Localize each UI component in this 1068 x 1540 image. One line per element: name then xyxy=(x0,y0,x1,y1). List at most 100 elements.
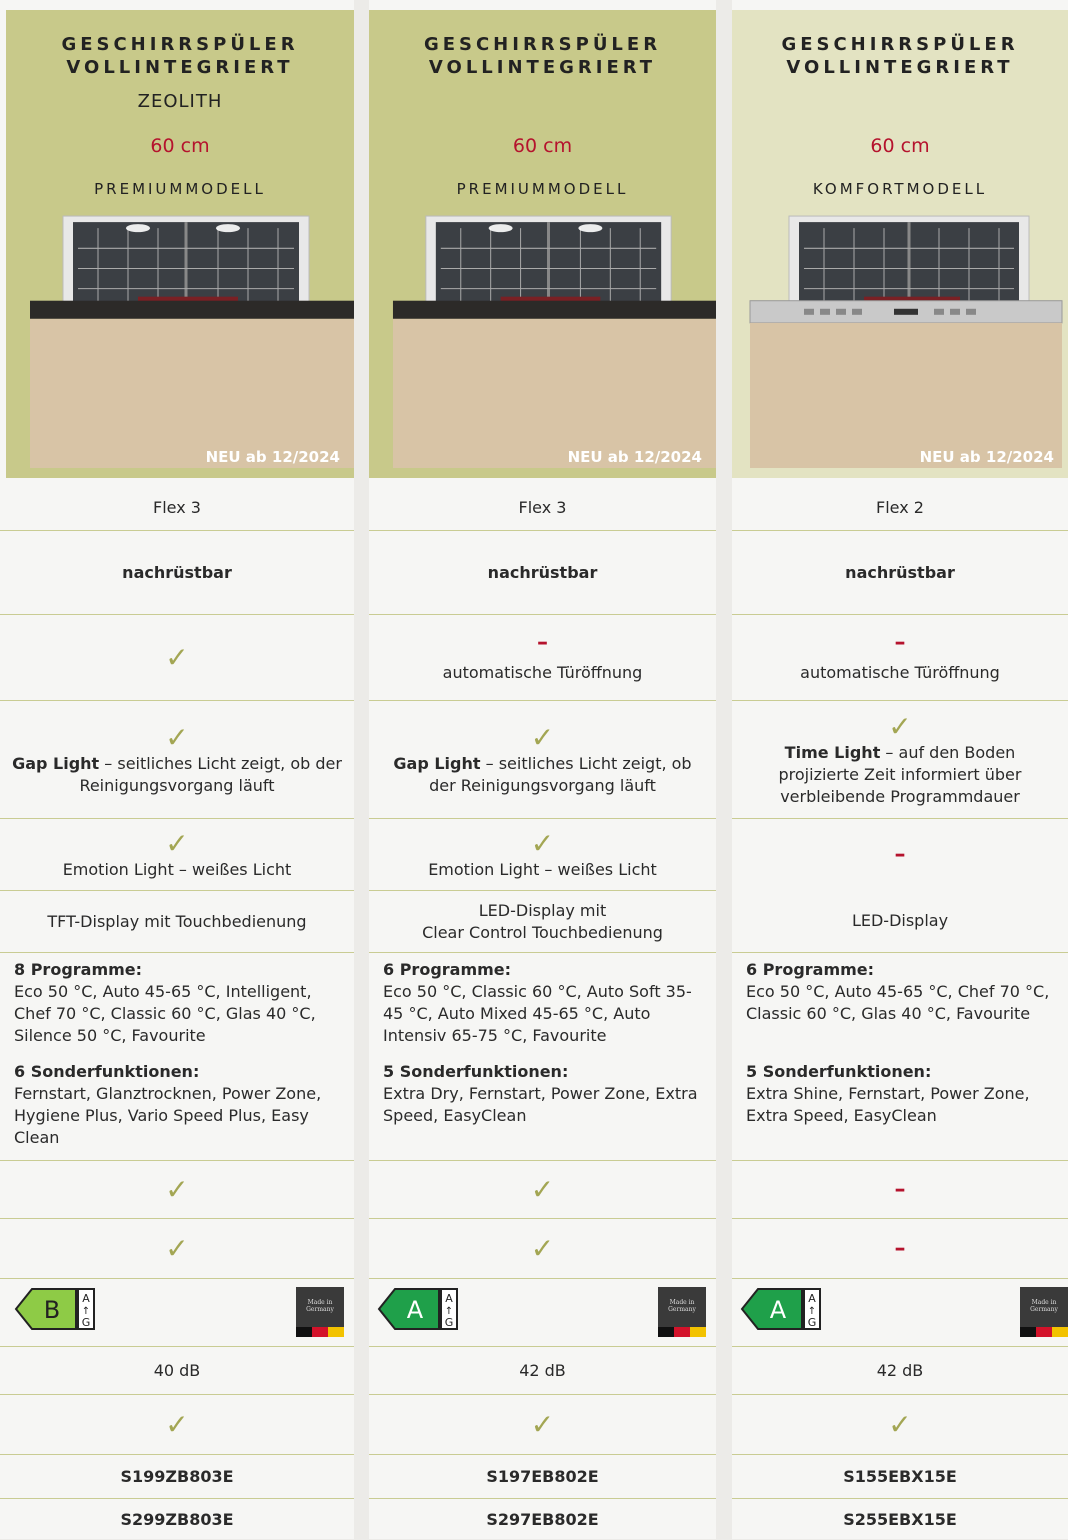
programs-row: 6 Programme: Eco 50 °C, Auto 45-65 °C, Ch… xyxy=(732,952,1068,1055)
energy-scale-top: A xyxy=(445,1292,453,1305)
dash-icon: – xyxy=(894,1177,906,1202)
product-column-1: GESCHIRRSPÜLER VOLLINTEGRIERT ZEOLITH 60… xyxy=(0,0,354,1539)
special-functions-row: 5 Sonderfunktionen: Extra Shine, Fernstar… xyxy=(732,1055,1068,1160)
model-code-row-2: S297EB802E xyxy=(369,1498,716,1540)
feature-row-c: ✓ xyxy=(0,1394,354,1455)
special-functions-row: 5 Sonderfunktionen: Extra Dry, Fernstart,… xyxy=(369,1055,716,1160)
feature-row-b: ✓ xyxy=(369,1218,716,1279)
flex-value: Flex 2 xyxy=(876,498,924,517)
special-title: 5 Sonderfunktionen: xyxy=(746,1062,932,1081)
size-label: 60 cm xyxy=(512,135,573,157)
emotion-light-text: Emotion Light – weißes Licht xyxy=(62,860,292,879)
check-icon: ✓ xyxy=(165,1232,189,1265)
energy-row: B A ↑ G Made in Germany xyxy=(0,1278,354,1347)
special-functions-row: 6 Sonderfunktionen: Fernstart, Glanztrock… xyxy=(0,1055,354,1160)
display-text: TFT-Display mit Touchbedienung xyxy=(47,912,307,931)
display-row: LED-Display mit Clear Control Touchbedie… xyxy=(369,890,716,953)
dishwasher-image xyxy=(18,208,354,468)
model-code-row-1: S155EBX15E xyxy=(732,1454,1068,1499)
light-desc: – seitliches Licht zeigt, ob der Reinigu… xyxy=(79,754,342,795)
model-code: S299ZB803E xyxy=(120,1509,234,1529)
check-icon: ✓ xyxy=(165,721,189,754)
energy-label-icon: A A ↑ G xyxy=(740,1288,821,1330)
energy-label-icon: B A ↑ G xyxy=(14,1288,95,1330)
model-code: S155EBX15E xyxy=(843,1467,957,1486)
special-title: 6 Sonderfunktionen: xyxy=(14,1062,200,1081)
feature-row-a: ✓ xyxy=(0,1160,354,1219)
retrofit-value: nachrüstbar xyxy=(122,563,232,582)
light-row: ✓ Gap Light – seitliches Licht zeigt, ob… xyxy=(369,700,716,819)
model-type: KOMFORTMODELL xyxy=(812,180,988,198)
model-type: PREMIUMMODELL xyxy=(456,180,629,198)
new-badge: NEU ab 12/2024 xyxy=(205,448,340,466)
door-open-row: – automatische Türöffnung xyxy=(369,614,716,701)
made-in-germany-logo: Made in Germany xyxy=(296,1287,344,1337)
flex-value: Flex 3 xyxy=(153,498,201,517)
feature-row-b: ✓ xyxy=(0,1218,354,1279)
product-header: GESCHIRRSPÜLER VOLLINTEGRIERT 60 cm PREM… xyxy=(369,10,716,478)
programs-title: 6 Programme: xyxy=(383,960,512,979)
energy-class: A xyxy=(407,1296,424,1324)
energy-class: A xyxy=(770,1296,787,1324)
special-list: Extra Dry, Fernstart, Power Zone, Extra … xyxy=(383,1084,698,1125)
size-label: 60 cm xyxy=(150,135,210,157)
noise-value: 40 dB xyxy=(153,1361,201,1380)
check-icon: ✓ xyxy=(888,1408,912,1441)
emotion-light-row: – xyxy=(732,818,1068,891)
energy-class: B xyxy=(44,1296,60,1324)
retrofit-row: nachrüstbar xyxy=(0,530,354,615)
feature-row-c: ✓ xyxy=(732,1394,1068,1455)
check-icon: ✓ xyxy=(888,710,912,743)
check-icon: ✓ xyxy=(165,641,189,674)
programs-row: 8 Programme: Eco 50 °C, Auto 45-65 °C, In… xyxy=(0,952,354,1055)
flex-row: Flex 3 xyxy=(0,486,354,530)
energy-scale-bottom: G xyxy=(445,1316,454,1329)
new-badge: NEU ab 12/2024 xyxy=(567,448,702,466)
energy-label-icon: A A ↑ G xyxy=(377,1288,458,1330)
energy-scale-bottom: G xyxy=(808,1316,817,1329)
emotion-light-row: ✓ Emotion Light – weißes Licht xyxy=(369,818,716,891)
door-open-text: automatische Türöffnung xyxy=(442,663,643,682)
programs-list: Eco 50 °C, Auto 45-65 °C, Intelligent, C… xyxy=(14,982,316,1045)
display-text: LED-Display xyxy=(851,911,949,930)
programs-row: 6 Programme: Eco 50 °C, Classic 60 °C, Au… xyxy=(369,952,716,1055)
product-header: GESCHIRRSPÜLER VOLLINTEGRIERT 60 cm KOMF… xyxy=(732,10,1068,478)
new-badge: NEU ab 12/2024 xyxy=(919,448,1054,466)
flex-row: Flex 3 xyxy=(369,486,716,530)
model-type: PREMIUMMODELL xyxy=(94,180,266,198)
category-title: GESCHIRRSPÜLER VOLLINTEGRIERT xyxy=(61,34,299,78)
made-in-germany-text: Made in Germany xyxy=(1030,1299,1058,1313)
feature-row-a: – xyxy=(732,1160,1068,1219)
light-title: Gap Light xyxy=(393,754,481,773)
door-open-row: ✓ xyxy=(0,614,354,701)
dash-icon: – xyxy=(894,842,906,867)
model-code-row-2: S299ZB803E xyxy=(0,1498,354,1540)
model-code-row-2: S255EBX15E xyxy=(732,1498,1068,1540)
feature-row-a: ✓ xyxy=(369,1160,716,1219)
made-in-germany-logo: Made in Germany xyxy=(658,1287,706,1337)
feature-row-c: ✓ xyxy=(369,1394,716,1455)
flex-value: Flex 3 xyxy=(518,498,567,517)
model-code: S197EB802E xyxy=(486,1467,599,1486)
product-column-2: GESCHIRRSPÜLER VOLLINTEGRIERT 60 cm PREM… xyxy=(369,0,716,1539)
programs-list: Eco 50 °C, Auto 45-65 °C, Chef 70 °C, Cl… xyxy=(746,982,1050,1023)
retrofit-row: nachrüstbar xyxy=(369,530,716,615)
light-title: Time Light xyxy=(784,743,881,762)
size-label: 60 cm xyxy=(870,135,930,157)
noise-value: 42 dB xyxy=(519,1361,566,1380)
product-header: GESCHIRRSPÜLER VOLLINTEGRIERT ZEOLITH 60… xyxy=(6,10,354,478)
category-title: GESCHIRRSPÜLER VOLLINTEGRIERT xyxy=(423,34,662,78)
emotion-light-text: Emotion Light – weißes Licht xyxy=(428,860,657,879)
display-text-line2: Clear Control Touchbedienung xyxy=(422,923,663,942)
product-column-3: GESCHIRRSPÜLER VOLLINTEGRIERT 60 cm KOMF… xyxy=(732,0,1068,1539)
made-in-germany-text: Made in Germany xyxy=(306,1299,334,1313)
check-icon: ✓ xyxy=(530,1173,555,1206)
dash-icon: – xyxy=(537,630,548,655)
model-code: S255EBX15E xyxy=(843,1509,957,1529)
noise-row: 42 dB xyxy=(369,1346,716,1395)
category-title: GESCHIRRSPÜLER VOLLINTEGRIERT xyxy=(781,34,1019,78)
programs-title: 6 Programme: xyxy=(746,960,875,979)
light-row: ✓ Gap Light – seitliches Licht zeigt, ob… xyxy=(0,700,354,819)
check-icon: ✓ xyxy=(530,721,555,754)
check-icon: ✓ xyxy=(530,1408,555,1441)
